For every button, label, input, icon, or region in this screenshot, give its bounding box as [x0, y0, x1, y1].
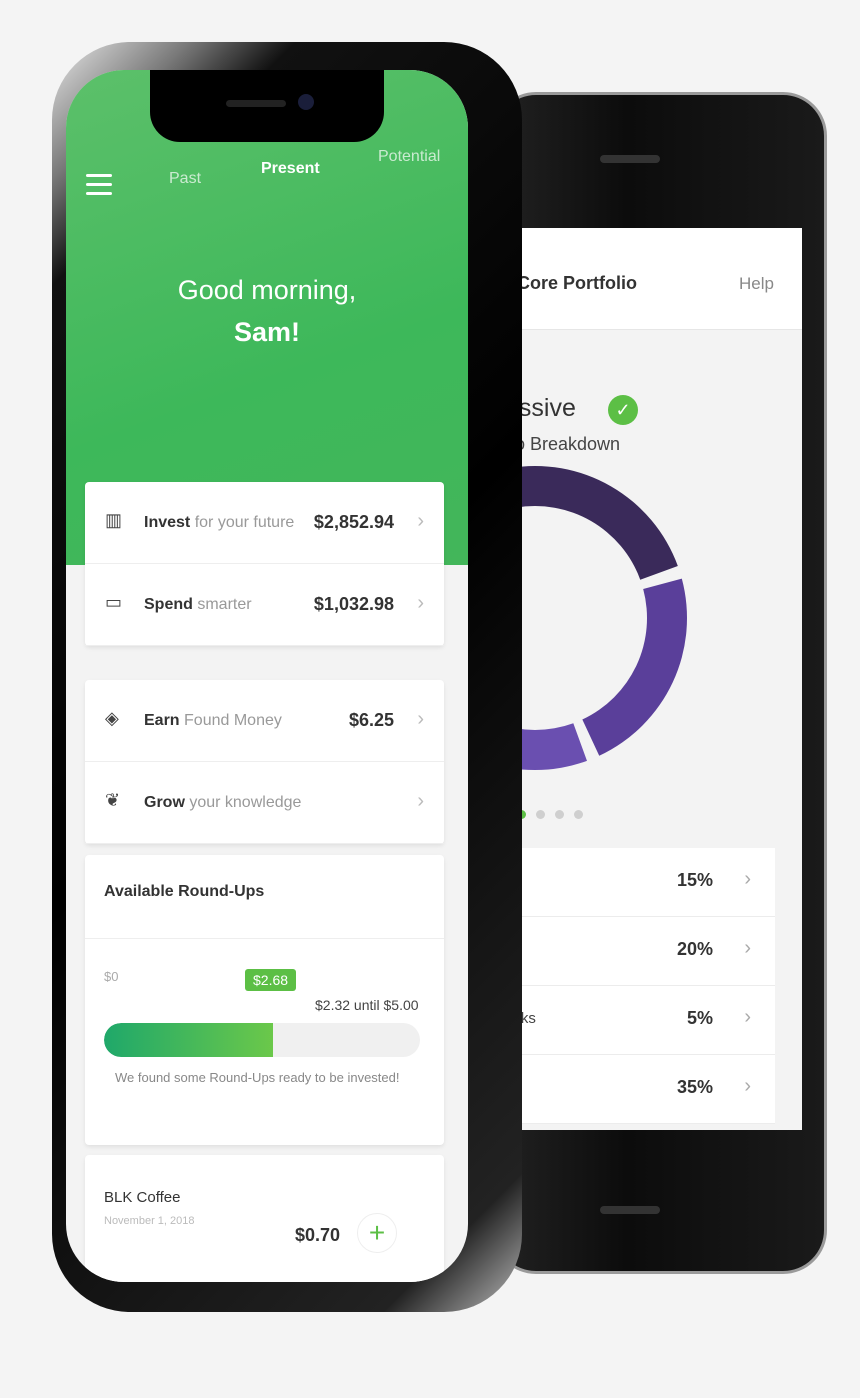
chevron-right-icon: › [417, 708, 424, 730]
min-label: $0 [104, 969, 119, 984]
transaction-card[interactable]: BLK Coffee November 1, 2018 $0.70 + [85, 1155, 444, 1282]
chevron-right-icon: › [744, 1006, 751, 1028]
roundups-title: Available Round-Ups [104, 883, 265, 900]
notch [150, 70, 384, 142]
transaction-amount: $0.70 [295, 1225, 341, 1245]
header: Core Portfolio Help [505, 228, 802, 330]
leaf-icon: ❦ [105, 790, 121, 810]
item-label: Invest for your future [144, 514, 295, 531]
add-roundup-button[interactable]: + [357, 1213, 397, 1253]
list-item[interactable]: ▥ Invest for your future $2,852.94 › [85, 482, 444, 564]
item-label: Spend smarter [144, 596, 252, 613]
portfolio-donut [505, 466, 687, 770]
list-item[interactable]: ▭ Spend smarter $1,032.98 › [85, 564, 444, 646]
progress-fill [104, 1023, 274, 1057]
camera [298, 94, 314, 110]
back-phone-screen: Core Portfolio Help essive ✓ o Breakdown… [505, 228, 802, 1130]
roundups-card: Available Round-Ups $0 $2.68 $2.32 until… [85, 855, 444, 1145]
page-dot[interactable] [555, 810, 564, 819]
front-phone-screen: Past Present Potential Good morning, Sam… [66, 70, 468, 1282]
breakdown-label: o Breakdown [515, 434, 621, 454]
current-amount-badge: $2.68 [245, 969, 297, 991]
menu-icon[interactable] [86, 174, 112, 201]
chart-icon: ▥ [105, 510, 123, 530]
chevron-right-icon: › [417, 510, 424, 532]
allocation-row[interactable]: ks 20% › [505, 917, 775, 986]
page-indicator[interactable] [517, 810, 583, 819]
tab-present[interactable]: Present [261, 160, 320, 178]
item-value: $6.25 [348, 710, 394, 730]
asset-percent: 20% [676, 939, 713, 959]
tag-icon: ◈ [105, 708, 119, 728]
item-label: Grow your knowledge [144, 794, 302, 811]
asset-percent: 5% [686, 1008, 713, 1028]
chevron-right-icon: › [744, 1075, 751, 1097]
merchant: BLK Coffee [104, 1189, 181, 1206]
transaction-date: November 1, 2018 [104, 1215, 195, 1227]
list-item[interactable]: ❦ Grow your knowledge › [85, 762, 444, 844]
asset-percent: 15% [676, 870, 713, 890]
allocation-list: ks 15% ›ks 20% ›ocks 5% › 35% › [505, 848, 775, 1124]
accounts-card: ▥ Invest for your future $2,852.94 › ▭ Sp… [85, 482, 444, 646]
speaker [600, 1206, 660, 1214]
card-icon: ▭ [105, 592, 123, 612]
page-dot[interactable] [536, 810, 545, 819]
check-icon: ✓ [608, 395, 638, 425]
greeting: Good morning, [177, 275, 357, 305]
roundup-message: We found some Round-Ups ready to be inve… [115, 1070, 400, 1085]
page-dot[interactable] [574, 810, 583, 819]
tab-potential[interactable]: Potential [378, 148, 440, 166]
allocation-row[interactable]: ocks 5% › [505, 986, 775, 1055]
chevron-right-icon: › [417, 790, 424, 812]
chevron-right-icon: › [417, 592, 424, 614]
allocation-row[interactable]: ks 15% › [505, 848, 775, 917]
remaining-label: $2.32 until $5.00 [315, 997, 419, 1013]
roundup-progress [104, 1023, 420, 1057]
item-label: Earn Found Money [144, 712, 282, 729]
item-value: $1,032.98 [313, 594, 394, 614]
list-item[interactable]: ◈ Earn Found Money $6.25 › [85, 680, 444, 762]
chevron-right-icon: › [744, 937, 751, 959]
donut-segment [582, 578, 687, 756]
chevron-right-icon: › [744, 868, 751, 890]
extras-card: ◈ Earn Found Money $6.25 › ❦ Grow your kn… [85, 680, 444, 844]
tab-past[interactable]: Past [169, 170, 201, 188]
asset-percent: 35% [676, 1077, 713, 1097]
user-name: Sam! [233, 317, 301, 347]
donut-segment [508, 466, 678, 580]
allocation-row[interactable]: 35% › [505, 1055, 775, 1124]
item-value: $2,852.94 [313, 512, 394, 532]
speaker [226, 100, 286, 107]
help-link[interactable]: Help [739, 274, 774, 294]
speaker [600, 155, 660, 163]
page-title: Core Portfolio [517, 273, 637, 293]
